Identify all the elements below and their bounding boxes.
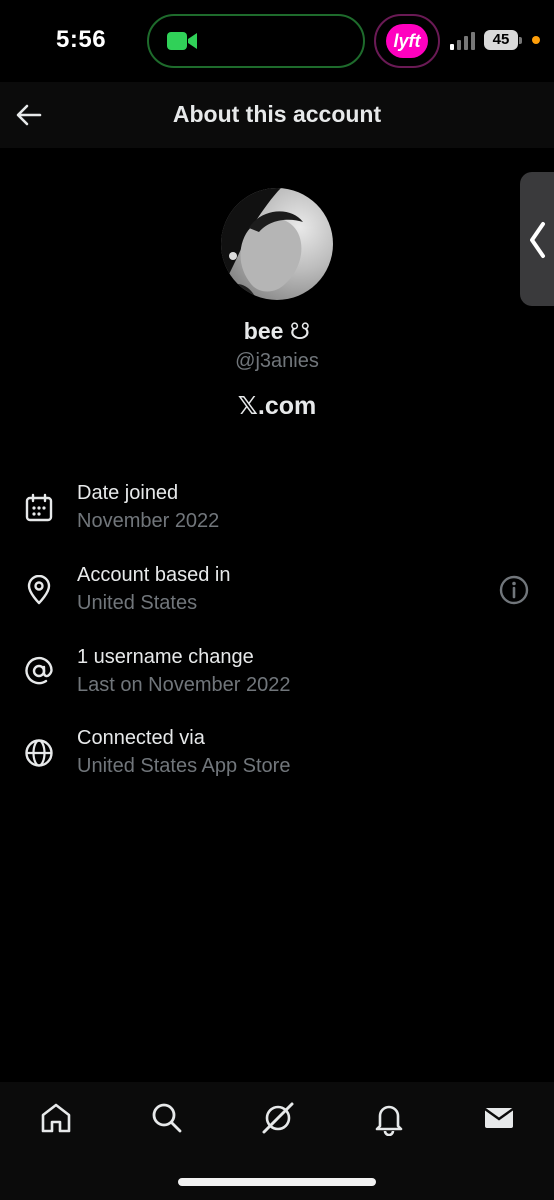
video-camera-icon — [167, 32, 197, 50]
info-title: Date joined — [77, 482, 179, 504]
bottom-navigation — [0, 1082, 554, 1200]
messages-icon[interactable] — [481, 1100, 517, 1136]
info-subtitle: United States App Store — [77, 755, 291, 777]
notifications-icon[interactable] — [371, 1100, 407, 1136]
avatar[interactable] — [221, 188, 333, 300]
search-icon[interactable] — [149, 1100, 185, 1136]
info-circle-icon[interactable] — [498, 574, 530, 606]
privacy-indicator-dot — [532, 36, 540, 44]
facetime-live-activity[interactable] — [147, 14, 365, 68]
page-title: About this account — [172, 101, 382, 127]
info-title: Account based in — [77, 564, 231, 586]
chevron-left-icon — [530, 222, 545, 258]
side-panel-handle[interactable] — [520, 172, 554, 306]
cellular-signal-icon — [450, 32, 475, 50]
globe-icon — [25, 739, 53, 767]
lyft-live-activity[interactable]: lyft — [374, 14, 440, 68]
at-sign-icon — [25, 656, 53, 685]
info-title: 1 username change — [77, 646, 254, 668]
display-name: bee ☋ — [243, 318, 311, 344]
battery-indicator: 45 — [484, 30, 518, 50]
lyft-logo: lyft — [386, 24, 428, 58]
info-subtitle: Last on November 2022 — [77, 674, 291, 696]
grok-icon[interactable] — [260, 1100, 296, 1136]
status-time: 5:56 — [56, 26, 107, 53]
home-icon[interactable] — [38, 1100, 74, 1136]
username-handle: @j3anies — [235, 350, 319, 372]
battery-nub — [519, 37, 522, 44]
top-bar: About this account — [0, 82, 554, 148]
info-subtitle: United States — [77, 592, 198, 614]
avatar-photo — [221, 188, 303, 300]
info-subtitle: November 2022 — [77, 510, 220, 532]
home-indicator[interactable] — [178, 1178, 376, 1186]
platform-label: 𝕏.com — [237, 392, 317, 420]
calendar-icon — [25, 493, 53, 522]
location-pin-icon — [27, 575, 51, 605]
info-title: Connected via — [77, 727, 205, 749]
